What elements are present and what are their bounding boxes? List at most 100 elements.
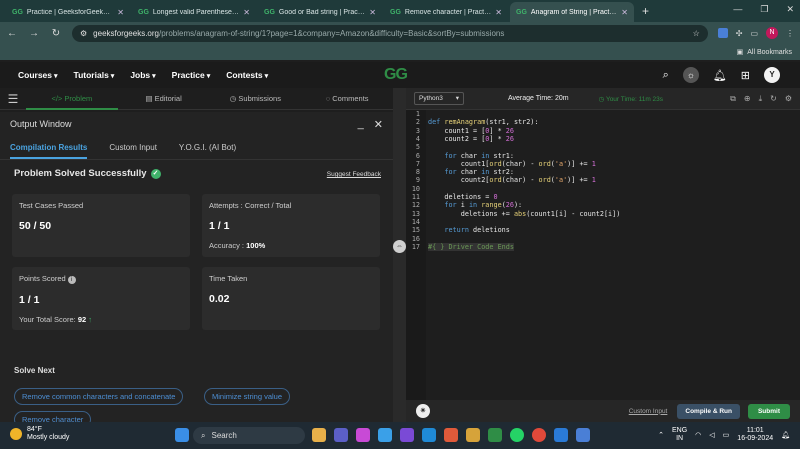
compile-run-button[interactable]: Compile & Run <box>677 403 740 419</box>
code-editor-panel: Python3 ▾ Average Time: 20m ◷ Your Time: … <box>406 88 800 422</box>
menu-jobs[interactable]: Jobs ▾ <box>130 70 155 80</box>
url-input[interactable]: ⚙ geeksforgeeks.org/problems/anagram-of-… <box>72 24 708 42</box>
store-icon[interactable] <box>444 428 458 442</box>
tab-compilation-results[interactable]: Compilation Results <box>10 143 88 159</box>
output-window-header: Output Window _ ✕ <box>0 112 393 136</box>
left-panel: ☰ </> Problem ▤ Editorial ◷ Submissions … <box>0 88 393 428</box>
close-icon[interactable]: ✕ <box>117 8 124 17</box>
theme-toggle-icon[interactable]: ☼ <box>682 67 699 83</box>
menu-tutorials[interactable]: Tutorials ▾ <box>74 70 115 80</box>
solve-next-chip[interactable]: Minimize string value <box>204 388 291 405</box>
solve-next-chip[interactable]: Remove common characters and concatenate <box>14 388 184 405</box>
close-icon[interactable]: ✕ <box>243 8 250 17</box>
copilot-icon[interactable] <box>356 428 370 442</box>
taskbar-search[interactable]: ⌕ Search <box>193 427 305 444</box>
menu-dots-icon[interactable]: ⋮ <box>786 29 794 38</box>
code-area[interactable]: 1 2 def remAnagram(str1, str2): 3 count1 … <box>406 110 800 400</box>
edge-icon[interactable] <box>422 428 436 442</box>
close-panel-icon[interactable]: ✕ <box>374 118 383 131</box>
close-window-icon[interactable]: ✕ <box>786 4 794 15</box>
browser-tab[interactable]: GGGood or Bad string | Practice | G✕ <box>258 2 382 22</box>
app-badge-icon[interactable] <box>576 428 590 442</box>
tab-submissions[interactable]: ◷ Submissions <box>210 88 302 110</box>
minimize-icon[interactable]: — <box>733 4 742 15</box>
close-icon[interactable]: ✕ <box>369 8 376 17</box>
battery-icon[interactable]: ▭ <box>723 431 730 439</box>
chrome-icon[interactable] <box>532 428 546 442</box>
volume-icon[interactable]: ◁ <box>709 431 714 439</box>
vscode-icon[interactable] <box>554 428 568 442</box>
user-avatar[interactable]: Y <box>764 67 780 83</box>
gfg-app-icon[interactable] <box>488 428 502 442</box>
reload-icon[interactable]: ↻ <box>50 28 62 39</box>
chevron-up-icon[interactable]: ⌃ <box>658 431 664 439</box>
gfg-logo[interactable]: GG <box>384 66 408 84</box>
info-icon[interactable]: i <box>67 276 76 284</box>
reset-icon[interactable]: ↻ <box>770 94 777 104</box>
main-menu: Courses ▾ Tutorials ▾ Jobs ▾ Practice ▾ Cont… <box>18 70 268 80</box>
gfg-favicon-icon: GG <box>516 8 527 16</box>
clock[interactable]: 11:01 16-09-2024 <box>737 427 773 443</box>
browser-tab[interactable]: GGLongest valid Parentheses | Pra✕ <box>132 2 256 22</box>
tab-custom-input[interactable]: Custom Input <box>109 143 157 152</box>
editor-footer: ✷ Custom Input Compile & Run Submit <box>406 400 800 422</box>
add-file-icon[interactable]: ⊕ <box>744 94 751 104</box>
site-info-icon[interactable]: ⚙ <box>80 29 87 38</box>
profile-avatar[interactable]: N <box>766 27 778 39</box>
suggest-feedback-link[interactable]: Suggest Feedback <box>327 171 381 178</box>
mail-icon[interactable] <box>378 428 392 442</box>
search-icon[interactable]: ⌕ <box>663 69 669 82</box>
browser-tab-active[interactable]: GGAnagram of String | Practice | Ge✕ <box>510 2 634 22</box>
app-icon[interactable] <box>466 428 480 442</box>
drag-handle-icon[interactable]: ⇔ <box>393 240 406 253</box>
arrow-up-icon: ↑ <box>88 315 92 324</box>
forward-icon[interactable]: → <box>28 28 40 39</box>
windows-start-icon[interactable] <box>175 428 189 442</box>
language-indicator[interactable]: ENG IN <box>672 427 687 443</box>
problem-tabs: ☰ </> Problem ▤ Editorial ◷ Submissions … <box>0 88 393 110</box>
extensions-area: ✣ ▭ N ⋮ <box>717 27 794 39</box>
menu-courses[interactable]: Courses ▾ <box>18 70 58 80</box>
bell-icon[interactable]: 🔔︎ <box>713 69 727 82</box>
search-icon: ⌕ <box>201 430 206 440</box>
lightbulb-icon[interactable]: ✷ <box>416 404 430 418</box>
back-icon[interactable]: ← <box>6 28 18 39</box>
custom-input-link[interactable]: Custom Input <box>629 408 668 415</box>
minimize-panel-icon[interactable]: _ <box>358 118 364 131</box>
translate-icon[interactable]: ⊞ <box>741 69 750 82</box>
bookmark-star-icon[interactable]: ☆ <box>693 29 700 38</box>
sidebar-icon[interactable]: ▭ <box>750 29 758 38</box>
puzzle-icon[interactable]: ✣ <box>736 29 743 38</box>
download-icon[interactable]: ⤓ <box>759 94 763 104</box>
notification-bell-icon[interactable]: 🔔︎ <box>781 431 790 439</box>
new-tab-button[interactable]: + <box>636 2 655 22</box>
tab-problem[interactable]: </> Problem <box>26 88 118 110</box>
hamburger-icon[interactable]: ☰ <box>0 92 26 106</box>
system-tray: ⌃ ENG IN ◠ ◁ ▭ 11:01 16-09-2024 🔔︎ <box>658 427 790 443</box>
result-status: Problem Solved Successfully ✓ <box>14 168 161 179</box>
maximize-icon[interactable]: ❐ <box>760 4 768 15</box>
tab-yogi-ai-bot[interactable]: Y.O.G.I. (AI Bot) <box>179 143 236 152</box>
extension-icon[interactable] <box>717 28 728 38</box>
weather-widget[interactable]: 84°F Mostly cloudy <box>10 426 69 442</box>
browser-tab[interactable]: GGPractice | GeeksforGeeks | A co✕ <box>6 2 130 22</box>
gfg-favicon-icon: GG <box>12 8 23 16</box>
language-select[interactable]: Python3 ▾ <box>414 92 464 105</box>
copy-icon[interactable]: ⧉ <box>730 94 736 104</box>
panel-divider[interactable]: ⇔ <box>393 88 406 422</box>
settings-icon[interactable]: ⚙ <box>785 94 792 104</box>
close-icon[interactable]: ✕ <box>621 8 628 17</box>
whatsapp-icon[interactable] <box>510 428 524 442</box>
submit-button[interactable]: Submit <box>747 403 790 419</box>
teams-icon[interactable] <box>334 428 348 442</box>
close-icon[interactable]: ✕ <box>495 8 502 17</box>
photos-icon[interactable] <box>400 428 414 442</box>
menu-practice[interactable]: Practice ▾ <box>172 70 211 80</box>
all-bookmarks-link[interactable]: All Bookmarks <box>747 49 792 56</box>
menu-contests[interactable]: Contests ▾ <box>226 70 268 80</box>
file-explorer-icon[interactable] <box>312 428 326 442</box>
tab-comments[interactable]: ◌ Comments <box>301 88 393 110</box>
wifi-icon[interactable]: ◠ <box>695 431 701 439</box>
tab-editorial[interactable]: ▤ Editorial <box>118 88 210 110</box>
browser-tab[interactable]: GGRemove character | Practice | Ge✕ <box>384 2 508 22</box>
